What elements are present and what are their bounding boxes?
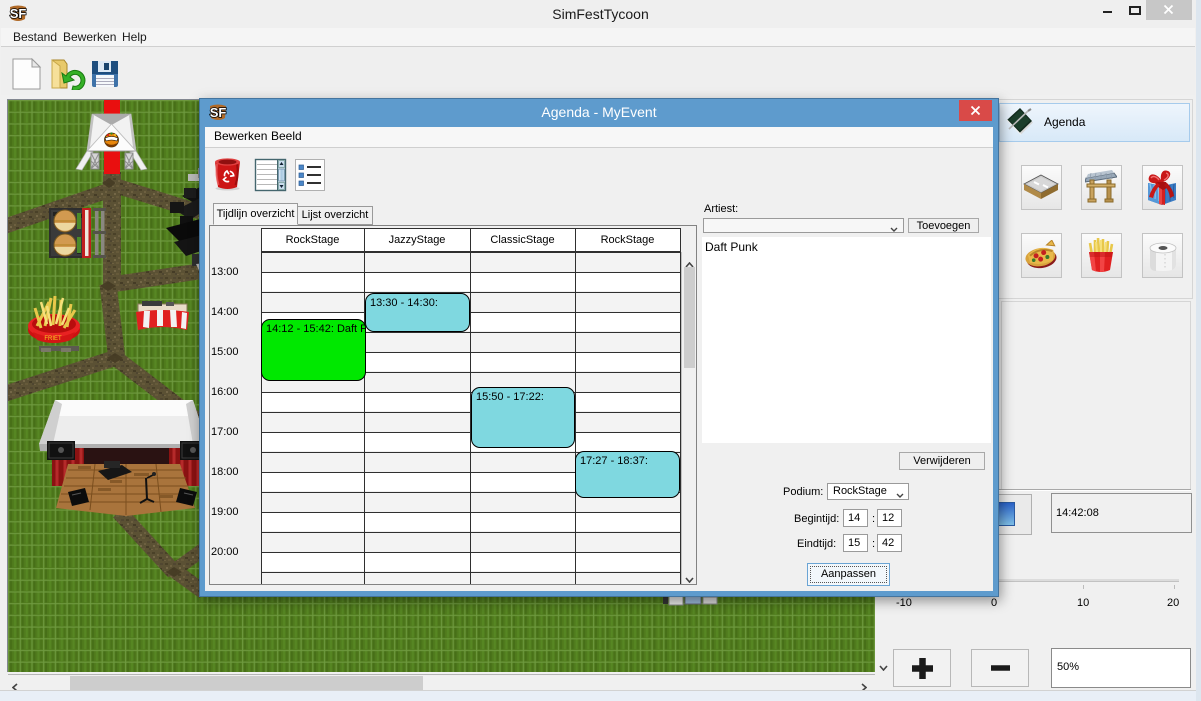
svg-text:SF: SF: [10, 6, 27, 21]
svg-text:FRIET: FRIET: [44, 336, 62, 342]
svg-text:SF: SF: [210, 105, 227, 120]
